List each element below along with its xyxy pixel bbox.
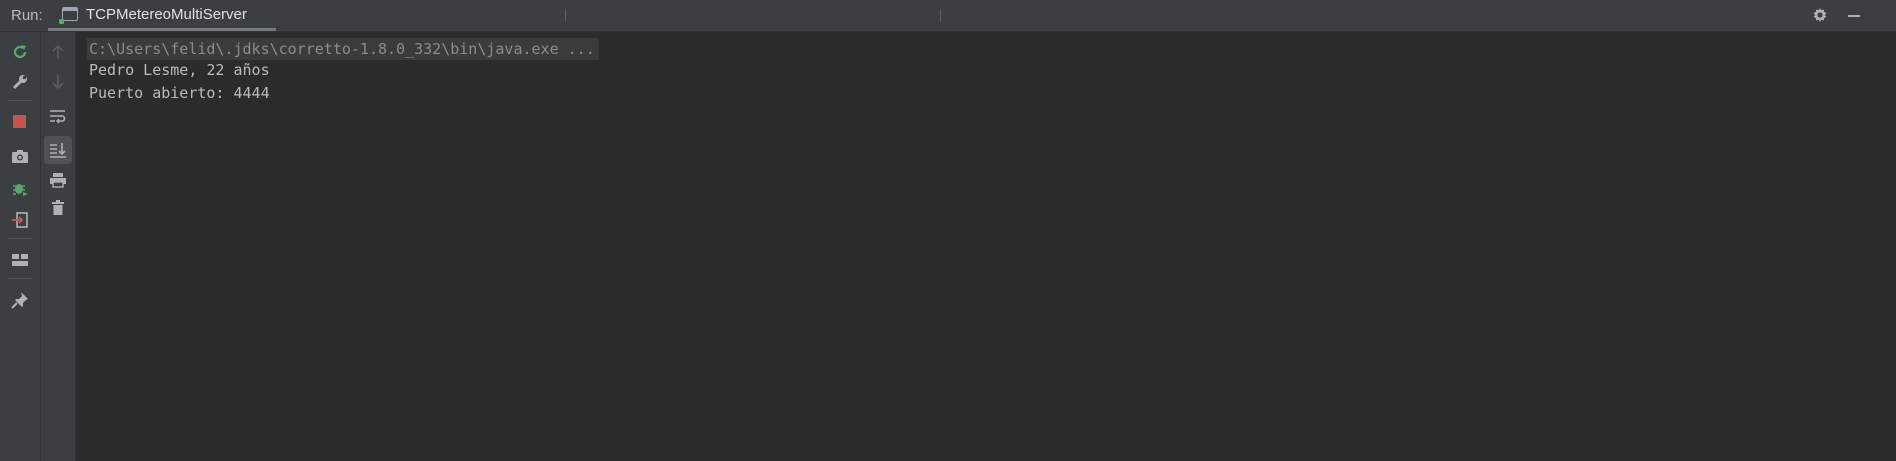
up-stack-trace-button[interactable] [44,38,72,66]
printer-icon [49,172,67,188]
run-tool-window-header: Run: TCPMetereoMultiServer [0,0,1896,32]
rerun-icon [11,43,29,61]
pin-icon [11,291,29,309]
command-line-text[interactable]: C:\Users\felid\.jdks\corretto-1.8.0_332\… [87,38,599,60]
layout-icon [11,253,29,267]
arrow-down-icon [51,74,65,90]
console-line: Puerto abierto: 4444 [89,84,270,102]
stop-icon [13,115,27,129]
scroll-to-end-icon [49,142,67,158]
toolbar-separator [8,238,32,239]
run-tab-tcpmetereomultiserver[interactable]: TCPMetereoMultiServer [48,0,276,31]
soft-wrap-icon [49,108,67,124]
camera-icon [11,148,29,164]
clear-all-button[interactable] [44,194,72,222]
bug-icon [11,179,29,197]
divider [565,9,566,21]
application-window-icon [59,7,78,24]
run-label: Run: [11,7,43,24]
layout-button[interactable] [6,246,34,274]
console-line: Pedro Lesme, 22 años [89,61,270,79]
vertical-scrollbar[interactable] [1872,32,1896,461]
modify-run-configuration-button[interactable] [6,68,34,96]
arrow-up-icon [51,44,65,60]
wrench-icon [11,73,29,91]
dump-threads-button[interactable] [6,142,34,170]
rerun-button[interactable] [6,38,34,66]
console-output[interactable]: C:\Users\felid\.jdks\corretto-1.8.0_332\… [76,32,1872,461]
exit-button[interactable] [6,206,34,234]
pin-tab-button[interactable] [6,286,34,314]
exit-icon [11,211,29,229]
soft-wrap-button[interactable] [44,102,72,130]
down-stack-trace-button[interactable] [44,68,72,96]
run-actions-toolbar [0,32,41,461]
scroll-to-end-button[interactable] [44,136,72,164]
stop-button[interactable] [6,108,34,136]
minus-icon[interactable] [1844,6,1864,26]
toolbar-separator [8,100,32,101]
gear-icon[interactable] [1810,6,1830,26]
console-actions-toolbar [41,32,76,461]
divider [940,9,941,21]
run-tab-title: TCPMetereoMultiServer [86,6,247,23]
active-tab-indicator [48,28,276,31]
print-button[interactable] [44,166,72,194]
debug-attach-button[interactable] [6,174,34,202]
toolbar-separator [8,278,32,279]
trash-icon [51,200,65,216]
